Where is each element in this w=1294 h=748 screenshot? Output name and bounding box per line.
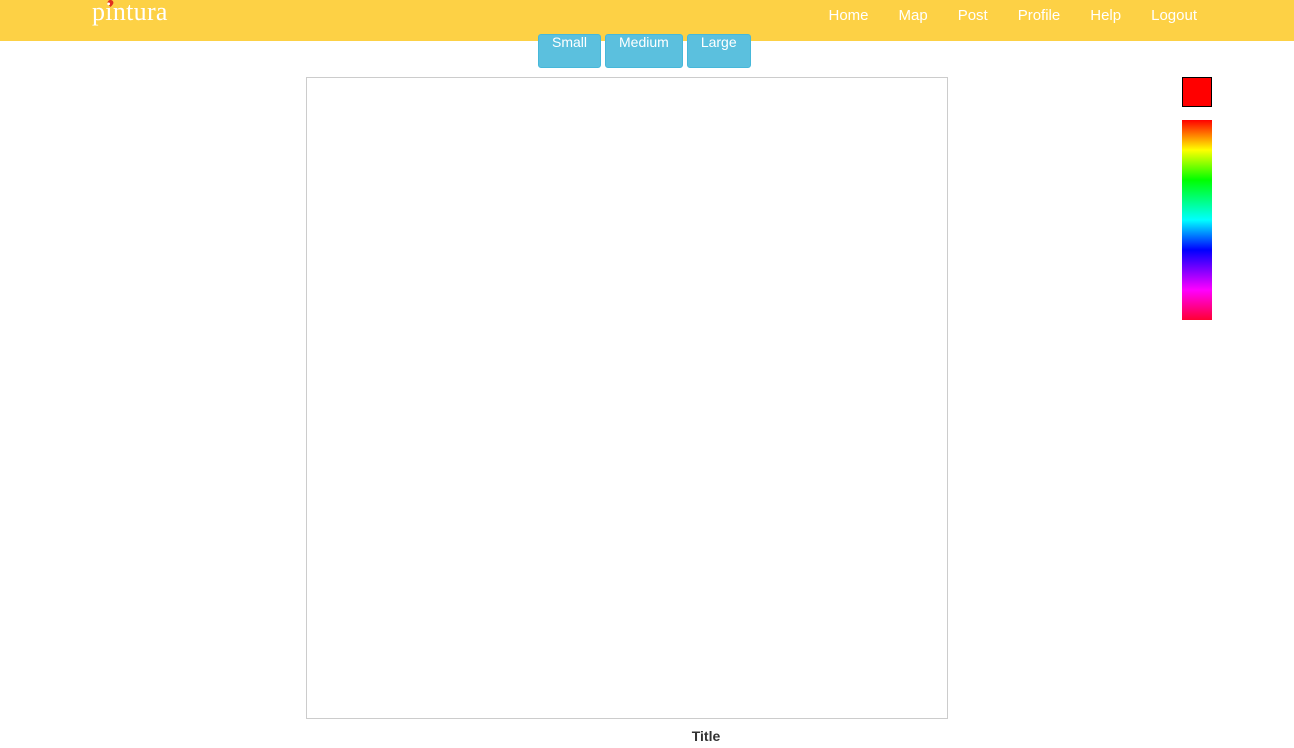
medium-size-button[interactable]: Medium xyxy=(605,34,683,68)
nav-link-logout[interactable]: Logout xyxy=(1151,7,1197,24)
nav-link-profile[interactable]: Profile xyxy=(1018,7,1061,24)
nav-link-help[interactable]: Help xyxy=(1090,7,1121,24)
nav-link-home[interactable]: Home xyxy=(829,7,869,24)
hue-color-slider[interactable] xyxy=(1182,120,1212,320)
nav-menu: Home Map Post Profile Help Logout xyxy=(799,0,1198,30)
nav-link-map[interactable]: Map xyxy=(899,7,928,24)
drawing-title-label: Title xyxy=(691,728,721,744)
selected-color-swatch xyxy=(1182,77,1212,107)
brand-logo[interactable]: pintura xyxy=(92,0,168,27)
brush-size-toolbar: Small Medium Large xyxy=(538,34,751,68)
large-size-button[interactable]: Large xyxy=(686,34,751,68)
small-size-button[interactable]: Small xyxy=(538,34,602,68)
nav-link-post[interactable]: Post xyxy=(958,7,988,24)
drawing-canvas[interactable] xyxy=(306,77,948,719)
